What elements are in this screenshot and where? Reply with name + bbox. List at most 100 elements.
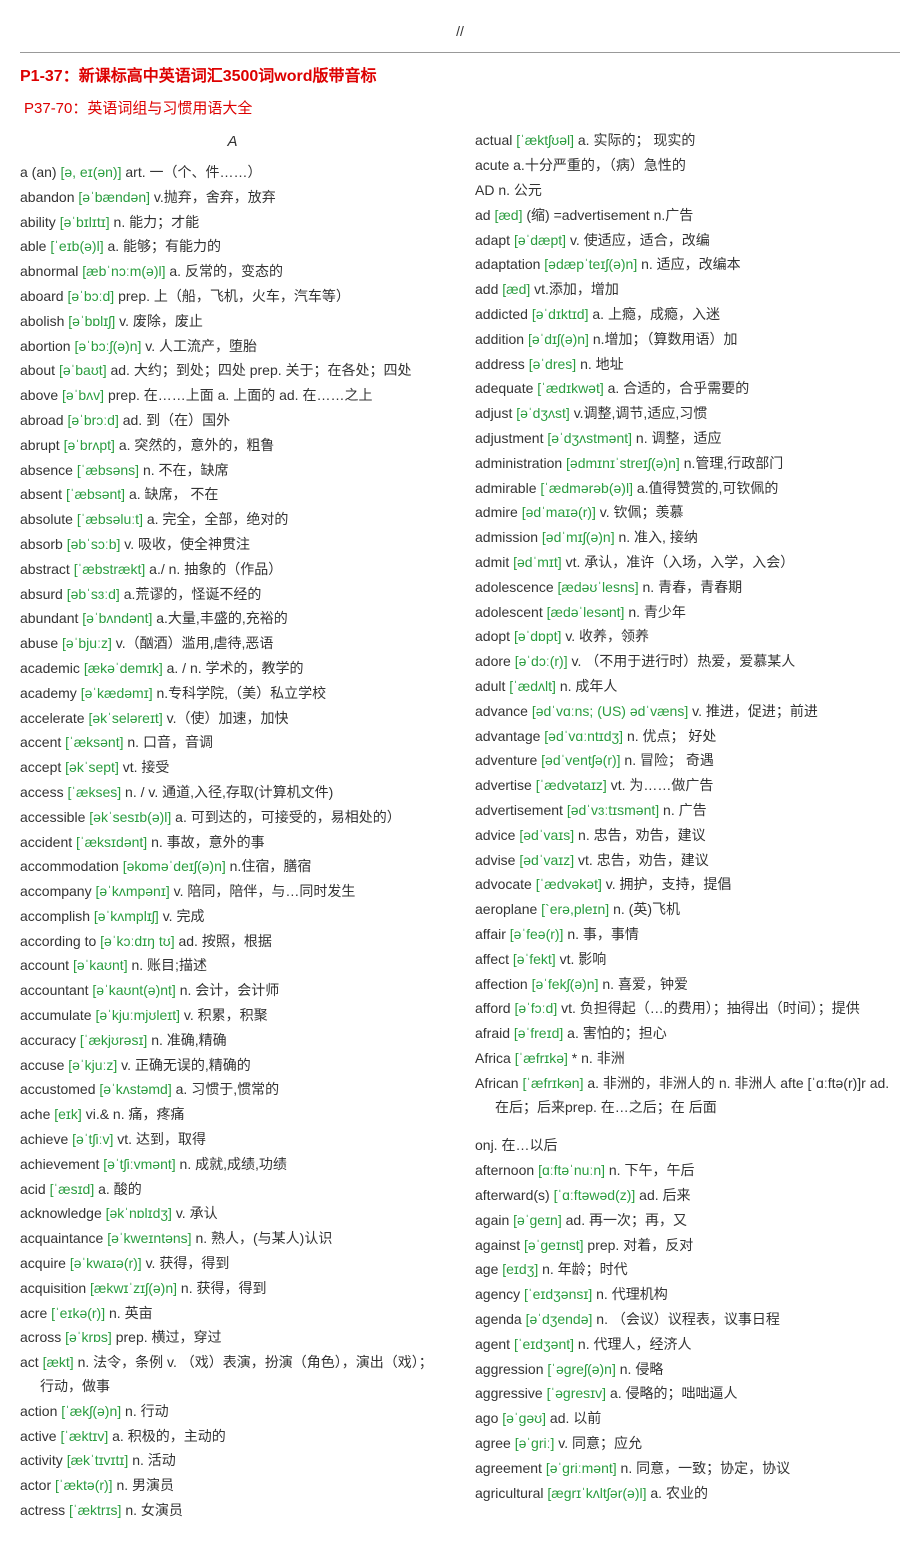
word: acquire — [20, 1255, 66, 1271]
definition: v. 吸收，使全神贯注 — [124, 536, 250, 552]
phonetic: [əˈbɒlɪʃ] — [68, 313, 115, 329]
word: advance — [475, 703, 528, 719]
phonetic: [ˈæktrɪs] — [69, 1502, 121, 1518]
word: across — [20, 1329, 61, 1345]
phonetic: [ˈædmərəb(ə)l] — [540, 480, 633, 496]
vocabulary-entry: acre [ˈeɪkə(r)] n. 英亩 — [20, 1302, 445, 1326]
definition: n. 事故，意外的事 — [151, 834, 265, 850]
word: abnormal — [20, 263, 78, 279]
definition: n. / v. 通道,入径,存取(计算机文件) — [125, 784, 333, 800]
phonetic: [`erə,pleɪn] — [541, 901, 609, 917]
phonetic: [əˈkɔːdɪŋ tʊ] — [100, 933, 174, 949]
word: adopt — [475, 628, 510, 644]
word: act — [20, 1354, 39, 1370]
word: addicted — [475, 306, 528, 322]
word: ago — [475, 1410, 498, 1426]
phonetic: [ˈækjʊrəsɪ] — [80, 1032, 147, 1048]
phonetic: [ədˈvɑːntɪdʒ] — [544, 728, 623, 744]
word: ad — [475, 207, 491, 223]
vocabulary-entry: abnormal [æbˈnɔːm(ə)l] a. 反常的，变态的 — [20, 260, 445, 284]
vocabulary-entry: accomplish [əˈkʌmplɪʃ] v. 完成 — [20, 905, 445, 929]
definition: a./ n. 抽象的（作品） — [149, 561, 282, 577]
phonetic: [æd] — [502, 281, 530, 297]
vocabulary-entry: add [æd] vt.添加，增加 — [475, 278, 900, 302]
phonetic: [ækt] — [43, 1354, 74, 1370]
word: acute — [475, 157, 509, 173]
phonetic: [ə, eɪ(ən)] — [60, 164, 121, 180]
word: against — [475, 1237, 520, 1253]
word: acre — [20, 1305, 47, 1321]
definition: n. 不在，缺席 — [143, 462, 229, 478]
phonetic: [əˈbʌv] — [62, 387, 104, 403]
vocabulary-entry: accustomed [əˈkʌstəmd] a. 习惯于,惯常的 — [20, 1078, 445, 1102]
definition: n. 同意，一致；协定，协议 — [621, 1460, 791, 1476]
phonetic: [əˈkʌmpənɪ] — [95, 883, 169, 899]
definition: v. 承认 — [176, 1205, 218, 1221]
phonetic: [əˈkaʊnt] — [73, 957, 128, 973]
definition: a. 能够；有能力的 — [107, 238, 221, 254]
vocabulary-entry: afterward(s) [ˈɑːftəwəd(z)] ad. 后来 — [475, 1184, 900, 1208]
definition: prep. 横过，穿过 — [116, 1329, 222, 1345]
word: aboard — [20, 288, 64, 304]
definition: a. / n. 学术的，教学的 — [167, 660, 304, 676]
definition: n. 男演员 — [116, 1477, 174, 1493]
word: active — [20, 1428, 57, 1444]
vocabulary-entry: access [ˈækses] n. / v. 通道,入径,存取(计算机文件) — [20, 781, 445, 805]
word: agree — [475, 1435, 511, 1451]
phonetic: [ækəˈdemɪk] — [84, 660, 163, 676]
vocabulary-entry: aboard [əˈbɔːd] prep. 上（船，飞机，火车，汽车等） — [20, 285, 445, 309]
phonetic: [əˈdɪʃ(ə)n] — [528, 331, 589, 347]
definition: n. 广告 — [663, 802, 707, 818]
definition: a. 反常的，变态的 — [169, 263, 283, 279]
vocabulary-entry: abortion [əˈbɔːʃ(ə)n] v. 人工流产，堕胎 — [20, 335, 445, 359]
phonetic: [ˈækʃ(ə)n] — [61, 1403, 121, 1419]
definition: a. 可到达的，可接受的，易相处的） — [175, 809, 401, 825]
vocabulary-entry: acquisition [ækwɪˈzɪʃ(ə)n] n. 获得，得到 — [20, 1277, 445, 1301]
vocabulary-entry: adapt [əˈdæpt] v. 使适应，适合，改编 — [475, 229, 900, 253]
definition: n. 准确,精确 — [151, 1032, 226, 1048]
definition: n. 忠告，劝告，建议 — [578, 827, 706, 843]
word: abandon — [20, 189, 75, 205]
vocabulary-list: a (an) [ə, eɪ(ən)] art. 一（个、件……）abandon … — [20, 129, 900, 1522]
phonetic: [əˈkʌmplɪʃ] — [94, 908, 159, 924]
definition: v. 获得，得到 — [146, 1255, 230, 1271]
word: adolescent — [475, 604, 543, 620]
word: accent — [20, 734, 61, 750]
word: adequate — [475, 380, 533, 396]
title-secondary: P37-70：英语词组与习惯用语大全 — [20, 96, 900, 122]
vocabulary-entry: absence [ˈæbsəns] n. 不在，缺席 — [20, 459, 445, 483]
word: adore — [475, 653, 511, 669]
word: absorb — [20, 536, 63, 552]
vocabulary-entry: active [ˈæktɪv] a. 积极的，主动的 — [20, 1425, 445, 1449]
word: affection — [475, 976, 528, 992]
definition: v.调整,调节,适应,习惯 — [574, 405, 708, 421]
phonetic: [əˈdɪktɪd] — [532, 306, 589, 322]
phonetic: [əˈbɪlɪtɪ] — [60, 214, 110, 230]
definition: v. 完成 — [163, 908, 205, 924]
vocabulary-entry: ache [eɪk] vi.& n. 痛，疼痛 — [20, 1103, 445, 1127]
phonetic: [əˈtʃiːv] — [72, 1131, 113, 1147]
phonetic: [ˈɑːftəwəd(z)] — [554, 1187, 636, 1203]
phonetic: [əˈbrʌpt] — [64, 437, 115, 453]
definition: vt. 影响 — [560, 951, 607, 967]
phonetic: [əˈdʒʌst] — [516, 405, 570, 421]
title-primary: P1-37：新课标高中英语词汇3500词word版带音标 — [20, 63, 900, 90]
vocabulary-entry: afternoon [ɑːftəˈnuːn] n. 下午，午后 — [475, 1159, 900, 1183]
word: age — [475, 1261, 498, 1277]
word: accuracy — [20, 1032, 76, 1048]
definition: a. 侵略的；咄咄逼人 — [610, 1385, 738, 1401]
phonetic: [ədˈmɪt] — [513, 554, 562, 570]
word: adapt — [475, 232, 510, 248]
definition: vt. 承认，准许（入场，入学，入会） — [566, 554, 795, 570]
vocabulary-entry: admit [ədˈmɪt] vt. 承认，准许（入场，入学，入会） — [475, 551, 900, 575]
word: accumulate — [20, 1007, 92, 1023]
definition: vt.添加，增加 — [534, 281, 619, 297]
phonetic: [əˈdɒpt] — [514, 628, 561, 644]
vocabulary-entry: actor [ˈæktə(r)] n. 男演员 — [20, 1474, 445, 1498]
definition: ad. 到（在）国外 — [123, 412, 230, 428]
definition: n. 活动 — [132, 1452, 176, 1468]
phonetic: [ədˈventʃə(r)] — [541, 752, 620, 768]
word: actor — [20, 1477, 51, 1493]
definition: n. 会计，会计师 — [180, 982, 280, 998]
phonetic: [əbˈsɜːd] — [67, 586, 120, 602]
